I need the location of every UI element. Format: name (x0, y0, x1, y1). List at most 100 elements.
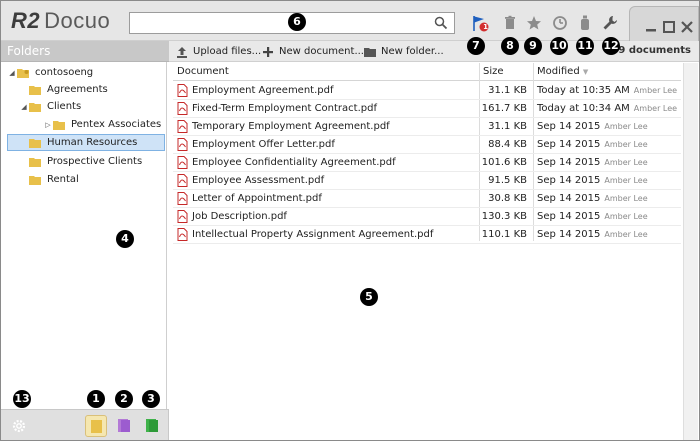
tree-item-pentex-associates[interactable]: ▷ Pentex Associates (43, 116, 165, 133)
bookmark-view-button[interactable] (141, 415, 163, 437)
tree-item-prospective-clients[interactable]: Prospective Clients (29, 153, 165, 170)
callout-13: 13 (13, 390, 31, 408)
table-row[interactable]: Employee Confidentiality Agreement.pdf 10… (173, 154, 681, 172)
title-bar: R2 Docuo 6 1 7 8 9 10 11 12 (1, 1, 699, 55)
document-size: 88.4 KB (488, 139, 527, 150)
tree-item-rental[interactable]: Rental (29, 171, 165, 188)
history-icon[interactable] (551, 14, 569, 32)
maximize-icon[interactable] (662, 20, 676, 34)
callout-1: 1 (87, 390, 105, 408)
document-size: 30.8 KB (488, 193, 527, 204)
document-size: 130.3 KB (481, 211, 527, 222)
column-header-document[interactable]: Document (177, 66, 229, 77)
folder-icon (29, 157, 41, 167)
minimize-icon[interactable] (644, 20, 658, 34)
document-modified: Sep 14 2015 Amber Lee (537, 121, 648, 132)
plus-icon (263, 46, 273, 57)
modified-by: Amber Lee (604, 176, 648, 185)
collapsed-arrow-icon[interactable]: ▷ (43, 121, 53, 129)
vertical-scrollbar[interactable] (683, 63, 698, 440)
document-size: 161.7 KB (481, 103, 527, 114)
tree-item-contosoeng[interactable]: ◢ contosoeng (7, 64, 165, 81)
document-name[interactable]: Intellectual Property Assignment Agreeme… (192, 229, 433, 240)
table-row[interactable]: Employment Agreement.pdf 31.1 KB Today at … (173, 82, 681, 100)
upload-files-button[interactable]: Upload files... (175, 44, 261, 59)
search-input[interactable] (130, 13, 430, 33)
close-icon[interactable] (680, 20, 694, 34)
document-modified: Sep 14 2015 Amber Lee (537, 229, 648, 240)
document-modified: Sep 14 2015 Amber Lee (537, 193, 648, 204)
pdf-icon (177, 84, 188, 97)
new-folder-button[interactable]: New folder... (363, 44, 444, 59)
callout-12: 12 (602, 37, 620, 55)
document-name[interactable]: Employment Agreement.pdf (192, 85, 333, 96)
document-name[interactable]: Job Description.pdf (192, 211, 287, 222)
modified-by: Amber Lee (604, 230, 648, 239)
star-icon[interactable] (525, 14, 543, 32)
gear-icon[interactable] (11, 418, 27, 434)
tree-item-clients[interactable]: ◢ Clients (19, 98, 165, 115)
modified-by: Amber Lee (633, 86, 678, 95)
document-size: 101.6 KB (481, 157, 527, 168)
trash-icon[interactable] (501, 14, 519, 32)
tree-item-agreements[interactable]: Agreements (29, 81, 165, 98)
pdf-icon (177, 210, 188, 223)
callout-3: 3 (142, 390, 160, 408)
pdf-icon (177, 120, 188, 133)
document-modified: Today at 10:34 AM Amber Lee (537, 103, 678, 114)
document-modified: Sep 14 2015 Amber Lee (537, 157, 648, 168)
document-modified: Today at 10:35 AM Amber Lee (537, 85, 678, 96)
tree-item-human-resources[interactable]: Human Resources (7, 134, 165, 151)
document-size: 91.5 KB (488, 175, 527, 186)
modified-by: Amber Lee (604, 212, 648, 221)
document-modified: Sep 14 2015 Amber Lee (537, 211, 648, 222)
table-row[interactable]: Fixed-Term Employment Contract.pdf 161.7 … (173, 100, 681, 118)
expand-arrow-icon[interactable]: ◢ (7, 69, 17, 77)
upload-icon (177, 46, 187, 58)
sort-arrow-icon: ▼ (582, 68, 589, 76)
wrench-icon[interactable] (601, 14, 619, 32)
new-document-button[interactable]: New document... (261, 44, 364, 59)
document-name[interactable]: Employee Confidentiality Agreement.pdf (192, 157, 396, 168)
pdf-icon (177, 156, 188, 169)
table-row[interactable]: Temporary Employment Agreement.pdf 31.1 K… (173, 118, 681, 136)
modified-by: Amber Lee (604, 140, 648, 149)
document-name[interactable]: Temporary Employment Agreement.pdf (192, 121, 390, 132)
document-name[interactable]: Employee Assessment.pdf (192, 175, 324, 186)
shared-document-icon (118, 419, 130, 432)
column-header-modified[interactable]: Modified ▼ (537, 66, 588, 77)
expand-arrow-icon[interactable]: ◢ (19, 103, 29, 111)
folders-header: Folders (1, 41, 169, 62)
window-controls (629, 6, 699, 42)
new-folder-icon (364, 47, 376, 57)
table-row[interactable]: Employee Assessment.pdf 91.5 KB Sep 14 201… (173, 172, 681, 190)
table-row[interactable]: Employment Offer Letter.pdf 88.4 KB Sep 14… (173, 136, 681, 154)
search-icon[interactable] (434, 16, 448, 30)
document-name[interactable]: Employment Offer Letter.pdf (192, 139, 335, 150)
document-list: Document Size Modified ▼ Employment Agre… (173, 63, 681, 440)
callout-7: 7 (467, 37, 485, 55)
folder-tree: ◢ contosoeng Agreements ◢ Clients ▷ Pent… (1, 62, 167, 409)
column-header-size[interactable]: Size (483, 66, 504, 77)
modified-by: Amber Lee (633, 104, 678, 113)
folder-icon (29, 138, 41, 148)
table-row[interactable]: Intellectual Property Assignment Agreeme… (173, 226, 681, 244)
app-window: R2 Docuo 6 1 7 8 9 10 11 12 Folders ◢ co… (0, 0, 700, 441)
shared-view-button[interactable] (113, 415, 135, 437)
pdf-icon (177, 228, 188, 241)
document-name[interactable]: Letter of Appointment.pdf (192, 193, 322, 204)
folder-icon (53, 120, 65, 130)
document-size: 31.1 KB (488, 85, 527, 96)
document-name[interactable]: Fixed-Term Employment Contract.pdf (192, 103, 377, 114)
callout-9: 9 (524, 37, 542, 55)
bottle-icon[interactable] (576, 14, 594, 32)
callout-8: 8 (501, 37, 519, 55)
document-modified: Sep 14 2015 Amber Lee (537, 139, 648, 150)
table-row[interactable]: Letter of Appointment.pdf 30.8 KB Sep 14 2… (173, 190, 681, 208)
modified-by: Amber Lee (604, 122, 648, 131)
folder-icon (29, 102, 41, 112)
table-row[interactable]: Job Description.pdf 130.3 KB Sep 14 2015 Am… (173, 208, 681, 226)
documents-view-button[interactable] (85, 415, 107, 437)
modified-by: Amber Lee (604, 194, 648, 203)
pdf-icon (177, 174, 188, 187)
